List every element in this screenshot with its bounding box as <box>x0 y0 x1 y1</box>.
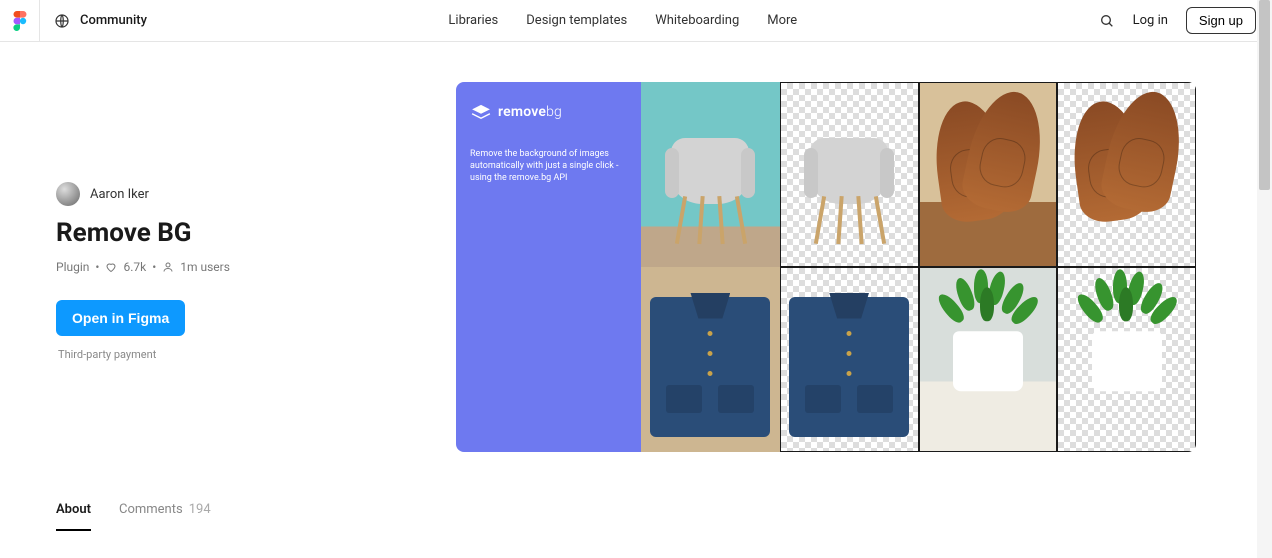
author-avatar <box>56 182 80 206</box>
nav-design-templates[interactable]: Design templates <box>526 13 627 28</box>
sample-chair-removed <box>780 82 919 267</box>
nav-more[interactable]: More <box>767 13 797 28</box>
main-content: Aaron Iker Remove BG Plugin • 6.7k • 1m … <box>0 42 1272 482</box>
plugin-title: Remove BG <box>56 218 396 248</box>
hero-image: removebg Remove the background of images… <box>456 82 1196 452</box>
removebg-wordmark: removebg <box>498 104 562 120</box>
meta-sep: • <box>152 260 156 274</box>
plugin-info: Aaron Iker Remove BG Plugin • 6.7k • 1m … <box>56 82 396 452</box>
scrollbar[interactable] <box>1257 0 1272 558</box>
author-name: Aaron Iker <box>90 187 149 202</box>
figma-logo[interactable] <box>0 0 40 42</box>
hero-grid <box>641 82 1196 452</box>
figma-logo-icon <box>13 11 27 31</box>
sample-plant-original <box>919 267 1058 452</box>
sample-shoes-original <box>919 82 1058 267</box>
heart-icon <box>105 261 117 273</box>
nav-libraries[interactable]: Libraries <box>448 13 498 28</box>
sample-shirt-removed <box>780 267 919 452</box>
removebg-logo: removebg <box>470 104 627 120</box>
users-count: 1m users <box>180 260 230 274</box>
nav-right: Log in Sign up <box>1099 7 1256 34</box>
third-party-payment-note: Third-party payment <box>58 348 396 361</box>
meta-sep: • <box>95 260 99 274</box>
users-icon <box>162 261 174 273</box>
nav-whiteboarding[interactable]: Whiteboarding <box>655 13 739 28</box>
sample-shirt-original <box>641 267 780 452</box>
plugin-type: Plugin <box>56 260 89 274</box>
tab-bar: About Comments194 <box>0 482 1272 531</box>
author-row[interactable]: Aaron Iker <box>56 182 396 206</box>
hero-column: removebg Remove the background of images… <box>456 82 1216 452</box>
sample-shoes-removed <box>1057 82 1196 267</box>
nav-center: Libraries Design templates Whiteboarding… <box>147 13 1099 28</box>
plugin-meta: Plugin • 6.7k • 1m users <box>56 260 396 274</box>
hero-description: Remove the background of images automati… <box>470 148 627 184</box>
globe-icon[interactable] <box>54 13 70 29</box>
sample-plant-removed <box>1057 267 1196 452</box>
login-link[interactable]: Log in <box>1133 13 1168 28</box>
signup-button[interactable]: Sign up <box>1186 7 1256 34</box>
search-icon[interactable] <box>1099 13 1115 29</box>
sample-chair-original <box>641 82 780 267</box>
hero-sidebar: removebg Remove the background of images… <box>456 82 641 452</box>
comments-count: 194 <box>189 502 211 519</box>
open-in-figma-button[interactable]: Open in Figma <box>56 300 185 336</box>
scrollbar-thumb[interactable] <box>1259 0 1270 190</box>
top-bar: Community Libraries Design templates Whi… <box>0 0 1272 42</box>
like-count: 6.7k <box>123 260 146 274</box>
tab-comments[interactable]: Comments194 <box>119 502 211 531</box>
community-link[interactable]: Community <box>80 13 147 28</box>
tab-about[interactable]: About <box>56 502 91 531</box>
layers-icon <box>470 104 492 120</box>
